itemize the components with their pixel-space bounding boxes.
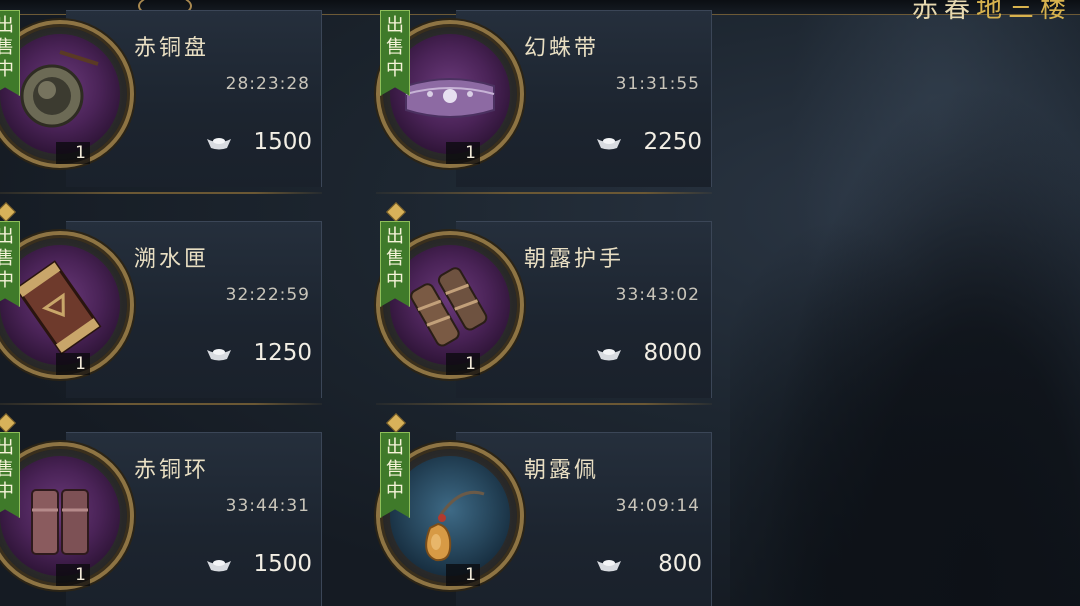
- item-name: 赤铜盘: [134, 36, 210, 61]
- listing-card[interactable]: 1 出售中 溯水匣 32:22:59 1250: [0, 202, 376, 419]
- listing-card[interactable]: 1 出售中 朝露佩 34:09:14 800: [376, 413, 766, 606]
- price-row: 800: [596, 551, 702, 581]
- card-divider: [376, 192, 712, 194]
- on-sale-tag: 出售中: [0, 432, 20, 518]
- price-row: 8000: [596, 340, 702, 370]
- price-row: 2250: [596, 129, 702, 159]
- listing-card[interactable]: 1 出售中 赤铜盘 28:23:28 1500: [0, 8, 376, 208]
- item-timer: 31:31:55: [615, 74, 700, 94]
- listing-card[interactable]: 1 出售中 幻蛛带 31:31:55 2250: [376, 8, 766, 208]
- card-divider: [376, 403, 712, 405]
- silver-ingot-icon: [207, 560, 231, 572]
- item-timer: 33:44:31: [225, 496, 310, 516]
- on-sale-tag: 出售中: [380, 432, 410, 518]
- item-price: 8000: [643, 340, 702, 366]
- listing-card[interactable]: 1 出售中 赤铜环 33:44:31 1500: [0, 413, 376, 606]
- item-count: 1: [56, 564, 90, 586]
- item-count: 1: [446, 353, 480, 375]
- item-slot[interactable]: 1: [0, 20, 134, 168]
- background-scenery: [730, 0, 1080, 606]
- on-sale-tag: 出售中: [380, 221, 410, 307]
- listing-card[interactable]: 1 出售中 朝露护手 33:43:02 8000: [376, 202, 766, 419]
- item-name: 朝露佩: [524, 458, 600, 483]
- on-sale-tag: 出售中: [380, 10, 410, 96]
- item-count: 1: [56, 142, 90, 164]
- item-timer: 32:22:59: [225, 285, 310, 305]
- item-slot[interactable]: 1: [0, 442, 134, 590]
- price-row: 1500: [206, 551, 312, 581]
- item-name: 赤铜环: [134, 458, 210, 483]
- on-sale-tag: 出售中: [0, 10, 20, 96]
- on-sale-tag: 出售中: [0, 221, 20, 307]
- market-screen: 赤春地三楼 1 出售中 赤铜盘 28:23:28 1500 1 出 售 中 幻蛛…: [0, 0, 1080, 606]
- item-timer: 28:23:28: [225, 74, 310, 94]
- item-count: 1: [56, 353, 90, 375]
- item-timer: 33:43:02: [615, 285, 700, 305]
- item-price: 2250: [643, 129, 702, 155]
- item-name: 幻蛛带: [524, 36, 600, 61]
- item-name: 溯水匣: [134, 247, 210, 272]
- item-timer: 34:09:14: [615, 496, 700, 516]
- location-title-part1: 赤春: [911, 0, 976, 24]
- item-count: 1: [446, 564, 480, 586]
- location-title-part2: 地三楼: [975, 0, 1072, 24]
- location-title: 赤春地三楼: [912, 0, 1072, 25]
- price-row: 1500: [206, 129, 312, 159]
- item-price: 1500: [253, 551, 312, 577]
- item-price: 1500: [253, 129, 312, 155]
- item-count: 1: [446, 142, 480, 164]
- item-price: 1250: [253, 340, 312, 366]
- item-name: 朝露护手: [524, 247, 625, 272]
- silver-ingot-icon: [207, 138, 231, 150]
- price-row: 1250: [206, 340, 312, 370]
- silver-ingot-icon: [207, 349, 231, 361]
- silver-ingot-icon: [597, 560, 621, 572]
- silver-ingot-icon: [597, 349, 621, 361]
- silver-ingot-icon: [597, 138, 621, 150]
- card-divider: [0, 403, 322, 405]
- item-slot[interactable]: 1: [0, 231, 134, 379]
- item-price: 800: [658, 551, 702, 577]
- card-divider: [0, 192, 322, 194]
